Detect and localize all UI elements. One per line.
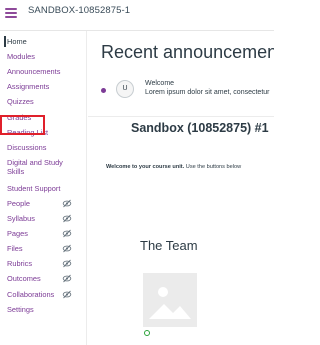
sidebar-item-syllabus[interactable]: Syllabus: [0, 214, 72, 223]
sidebar-item-assignments[interactable]: Assignments: [0, 82, 49, 91]
announcement-title[interactable]: Welcome: [145, 80, 174, 87]
sidebar-item-home[interactable]: Home: [0, 36, 27, 47]
sidebar-item-label: Assignments: [7, 82, 50, 91]
sidebar-item-label: Modules: [7, 52, 35, 61]
sidebar-item-label: Digital and Study Skills: [7, 158, 63, 176]
sidebar-item-announcements[interactable]: Announcements: [0, 67, 60, 76]
sidebar-item-modules[interactable]: Modules: [0, 52, 35, 61]
main-content: Recent announcement U Welcome Lorem ipsu…: [88, 31, 274, 345]
announcement-snippet: Lorem ipsum dolor sit amet, consectetur: [145, 89, 270, 96]
sidebar-item-quizzes[interactable]: Quizzes: [0, 97, 34, 106]
sidebar-item-label: Pages: [7, 229, 28, 238]
course-title: Sandbox (10852875) #1: [131, 121, 269, 135]
eye-slash-icon: [62, 274, 72, 283]
sidebar-divider: [86, 31, 87, 345]
eye-slash-icon: [62, 290, 72, 299]
eye-slash-icon: [62, 259, 72, 268]
sidebar-item-rubrics[interactable]: Rubrics: [0, 259, 72, 268]
avatar: U: [116, 80, 134, 98]
sidebar-item-digital-and-study-skills[interactable]: Digital and Study Skills: [0, 158, 69, 176]
sidebar-item-discussions[interactable]: Discussions: [0, 143, 46, 152]
sidebar-item-outcomes[interactable]: Outcomes: [0, 274, 72, 283]
eye-slash-icon: [62, 214, 72, 223]
welcome-bold: Welcome to your course unit.: [106, 164, 185, 170]
announcement-divider: [88, 116, 274, 117]
course-breadcrumb[interactable]: SANDBOX-10852875-1: [28, 5, 130, 16]
welcome-text: Welcome to your course unit. Use the but…: [106, 164, 241, 170]
sidebar-item-label: Outcomes: [7, 274, 41, 283]
sidebar-item-label: People: [7, 199, 31, 208]
sidebar-item-student-support[interactable]: Student Support: [0, 184, 60, 193]
sidebar-item-label: Files: [7, 244, 23, 253]
hamburger-menu-icon[interactable]: [5, 8, 17, 18]
top-bar: SANDBOX-10852875-1: [0, 0, 274, 28]
sidebar-item-people[interactable]: People: [0, 199, 72, 208]
sidebar-item-label: Student Support: [7, 184, 61, 193]
sidebar-item-label: Announcements: [7, 67, 61, 76]
sidebar-item-label: Rubrics: [7, 259, 33, 268]
sidebar-item-pages[interactable]: Pages: [0, 229, 72, 238]
sidebar-item-files[interactable]: Files: [0, 244, 72, 253]
welcome-rest: Use the buttons below: [184, 164, 242, 170]
eye-slash-icon: [62, 244, 72, 253]
eye-slash-icon: [62, 199, 72, 208]
eye-slash-icon: [62, 229, 72, 238]
sidebar-item-label: Syllabus: [7, 214, 35, 223]
unread-indicator: [101, 88, 106, 93]
announcement-item[interactable]: U Welcome Lorem ipsum dolor sit amet, co…: [88, 75, 274, 105]
recent-announcements-heading: Recent announcement: [101, 42, 274, 62]
status-indicator-icon: [144, 330, 150, 336]
sidebar-item-label: Discussions: [7, 143, 47, 152]
grades-highlight-box: [0, 115, 45, 135]
image-placeholder-icon: [143, 273, 197, 327]
sidebar-item-collaborations[interactable]: Collaborations: [0, 290, 72, 299]
team-heading: The Team: [140, 238, 198, 253]
sidebar-item-label: Home: [7, 37, 27, 46]
sidebar-item-label: Collaborations: [7, 290, 55, 299]
sidebar-item-label: Settings: [7, 305, 34, 314]
sidebar-item-settings[interactable]: Settings: [0, 305, 34, 314]
sidebar-item-label: Quizzes: [7, 97, 34, 106]
